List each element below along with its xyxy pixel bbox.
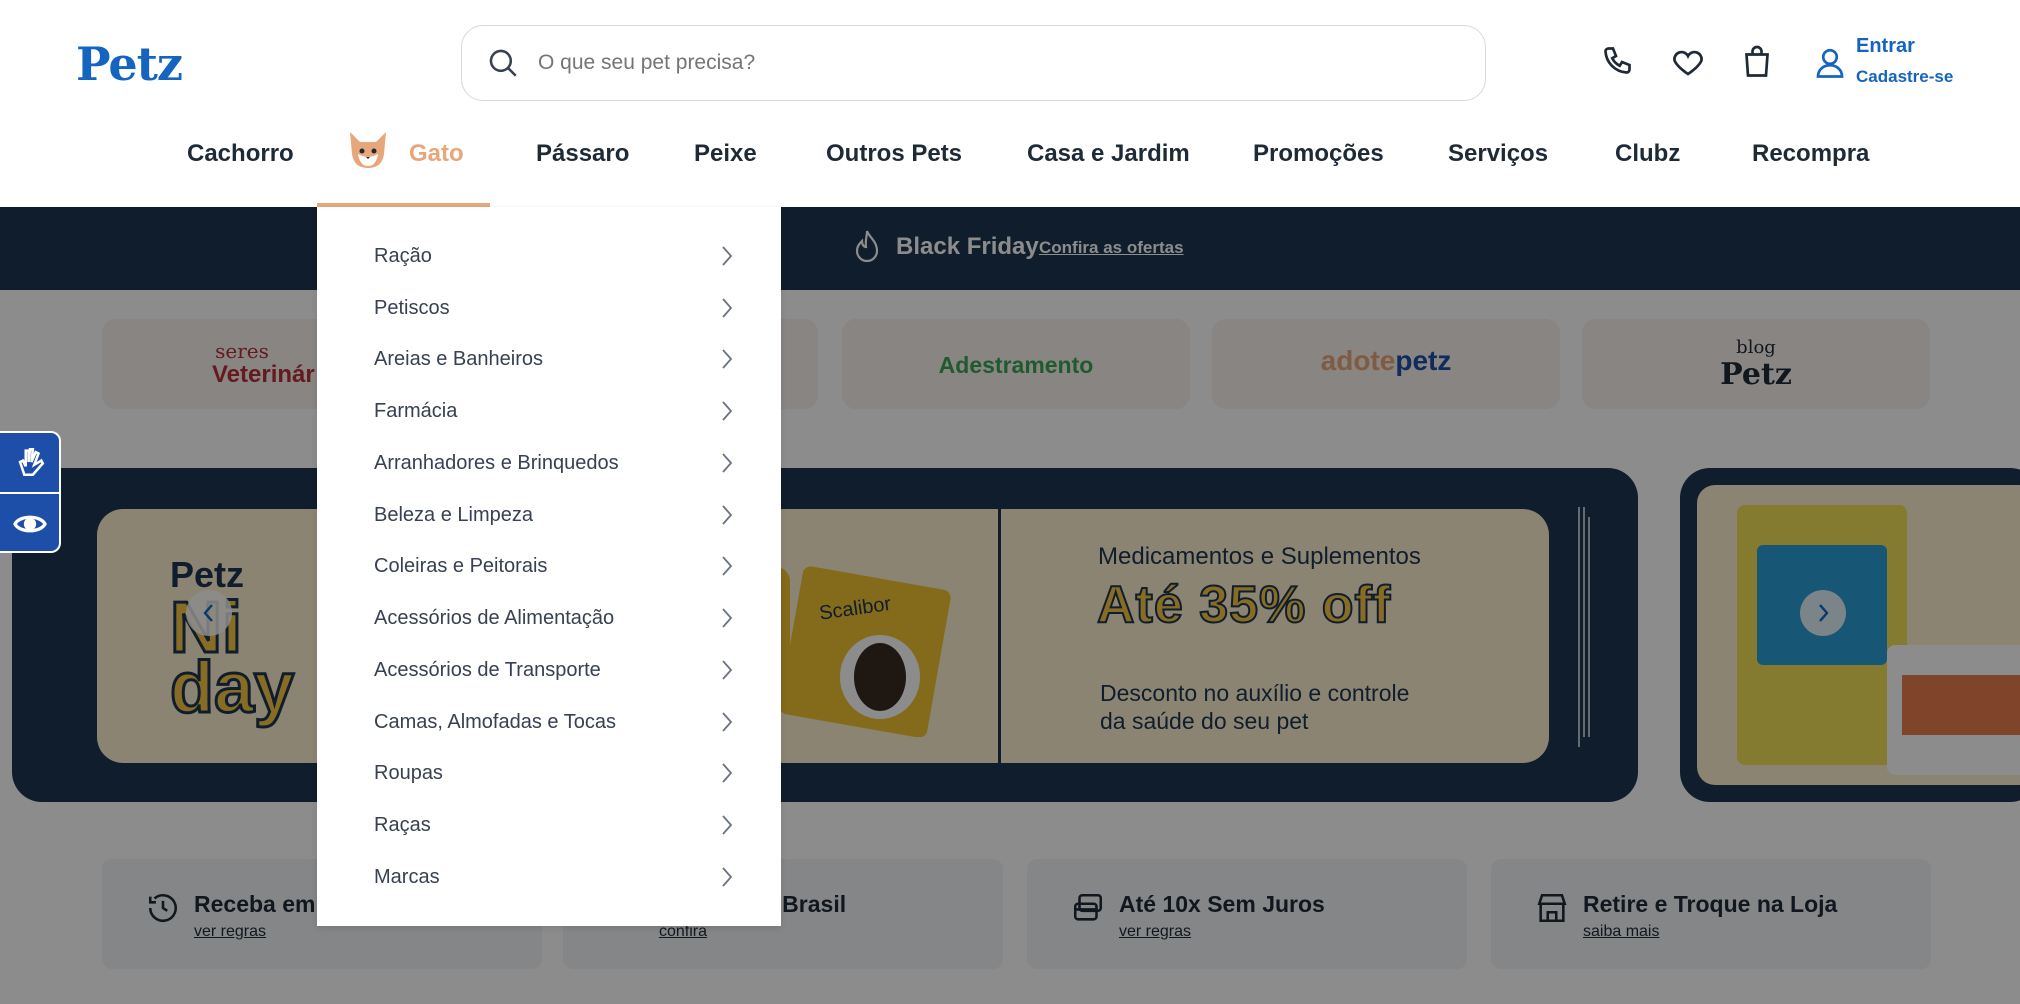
chevron-right-icon bbox=[722, 298, 733, 318]
menu-item-beleza[interactable]: Beleza e Limpeza bbox=[374, 495, 734, 535]
menu-item-camas[interactable]: Camas, Almofadas e Tocas bbox=[374, 702, 734, 742]
eye-icon[interactable] bbox=[11, 506, 49, 542]
heart-icon[interactable] bbox=[1670, 44, 1706, 80]
menu-item-acessorios-transporte[interactable]: Acessórios de Transporte bbox=[374, 650, 734, 690]
nav-promocoes[interactable]: Promoções bbox=[1253, 140, 1384, 168]
chevron-right-icon bbox=[722, 712, 733, 732]
chevron-right-icon bbox=[722, 815, 733, 835]
search-input[interactable] bbox=[538, 51, 1338, 75]
chevron-right-icon bbox=[722, 453, 733, 473]
signup-link[interactable]: Cadastre-se bbox=[1856, 67, 1953, 87]
chevron-right-icon bbox=[722, 867, 733, 887]
svg-text:Petz: Petz bbox=[76, 38, 182, 88]
nav-casa-jardim[interactable]: Casa e Jardim bbox=[1027, 140, 1190, 168]
nav-passaro[interactable]: Pássaro bbox=[536, 140, 629, 168]
menu-item-racas[interactable]: Raças bbox=[374, 805, 734, 845]
chevron-right-icon bbox=[722, 660, 733, 680]
nav-cachorro[interactable]: Cachorro bbox=[187, 140, 294, 168]
chevron-right-icon bbox=[722, 763, 733, 783]
sign-language-icon[interactable] bbox=[13, 445, 47, 479]
dimming-overlay[interactable] bbox=[0, 207, 2020, 1004]
menu-item-farmacia[interactable]: Farmácia bbox=[374, 391, 734, 431]
menu-item-marcas[interactable]: Marcas bbox=[374, 857, 734, 897]
menu-item-petiscos[interactable]: Petiscos bbox=[374, 288, 734, 328]
nav-outros-pets[interactable]: Outros Pets bbox=[826, 140, 962, 168]
login-link[interactable]: Entrar bbox=[1856, 35, 1915, 58]
chevron-right-icon bbox=[722, 608, 733, 628]
accessibility-separator bbox=[0, 492, 59, 494]
menu-item-roupas[interactable]: Roupas bbox=[374, 753, 734, 793]
shopping-bag-icon[interactable] bbox=[1739, 44, 1775, 80]
chevron-right-icon bbox=[722, 349, 733, 369]
main-nav: Cachorro Gato Pássaro Peixe Outros Pets … bbox=[0, 118, 2020, 207]
cat-icon bbox=[350, 132, 386, 168]
nav-clubz[interactable]: Clubz bbox=[1615, 140, 1680, 168]
phone-icon[interactable] bbox=[1601, 44, 1637, 80]
gato-dropdown-menu: Ração Petiscos Areias e Banheiros Farmác… bbox=[317, 207, 781, 926]
chevron-right-icon bbox=[722, 246, 733, 266]
user-icon bbox=[1816, 48, 1844, 78]
search-icon bbox=[489, 49, 517, 77]
menu-item-arranhadores[interactable]: Arranhadores e Brinquedos bbox=[374, 443, 734, 483]
menu-item-coleiras[interactable]: Coleiras e Peitorais bbox=[374, 546, 734, 586]
accessibility-widget bbox=[0, 431, 61, 553]
search-bar[interactable] bbox=[461, 25, 1486, 101]
chevron-right-icon bbox=[722, 556, 733, 576]
menu-item-areias[interactable]: Areias e Banheiros bbox=[374, 339, 734, 379]
chevron-right-icon bbox=[722, 401, 733, 421]
nav-gato[interactable]: Gato bbox=[409, 140, 464, 168]
menu-item-racao[interactable]: Ração bbox=[374, 236, 734, 276]
petz-logo[interactable]: Petz bbox=[76, 38, 248, 88]
site-header: Petz Entrar Cadastre-se Cachorro Gato Pá… bbox=[0, 0, 2020, 207]
nav-servicos[interactable]: Serviços bbox=[1448, 140, 1548, 168]
menu-item-acessorios-alimentacao[interactable]: Acessórios de Alimentação bbox=[374, 598, 734, 638]
chevron-right-icon bbox=[722, 505, 733, 525]
nav-recompra[interactable]: Recompra bbox=[1752, 140, 1869, 168]
nav-peixe[interactable]: Peixe bbox=[694, 140, 757, 168]
